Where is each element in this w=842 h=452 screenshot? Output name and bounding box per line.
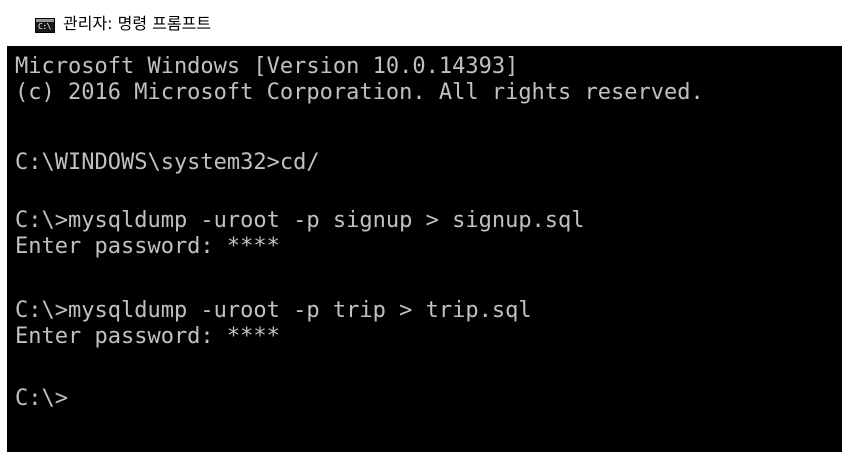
cmd-icon[interactable]: C:\ (35, 18, 55, 33)
window-title: 관리자: 명령 프롬프트 (63, 14, 212, 33)
cmd-icon-glyph: C:\ (38, 22, 51, 31)
console-line-current-prompt[interactable]: C:\> (15, 386, 68, 412)
console-line-password-prompt: Enter password: **** (15, 324, 280, 349)
console-line-copyright: (c) 2016 Microsoft Corporation. All righ… (15, 80, 704, 105)
console-line-cd-command: C:\WINDOWS\system32>cd/ (15, 150, 320, 175)
console-line-version: Microsoft Windows [Version 10.0.14393] (15, 54, 519, 79)
console-output[interactable]: Microsoft Windows [Version 10.0.14393] (… (7, 46, 842, 452)
console-line-dump-signup: C:\>mysqldump -uroot -p signup > signup.… (15, 208, 585, 233)
console-line-password-prompt: Enter password: **** (15, 234, 280, 259)
command-prompt-window: C:\ 관리자: 명령 프롬프트 Microsoft Windows [Vers… (0, 0, 842, 452)
console-line-dump-trip: C:\>mysqldump -uroot -p trip > trip.sql (15, 298, 532, 323)
title-bar[interactable]: C:\ 관리자: 명령 프롬프트 (0, 0, 842, 46)
